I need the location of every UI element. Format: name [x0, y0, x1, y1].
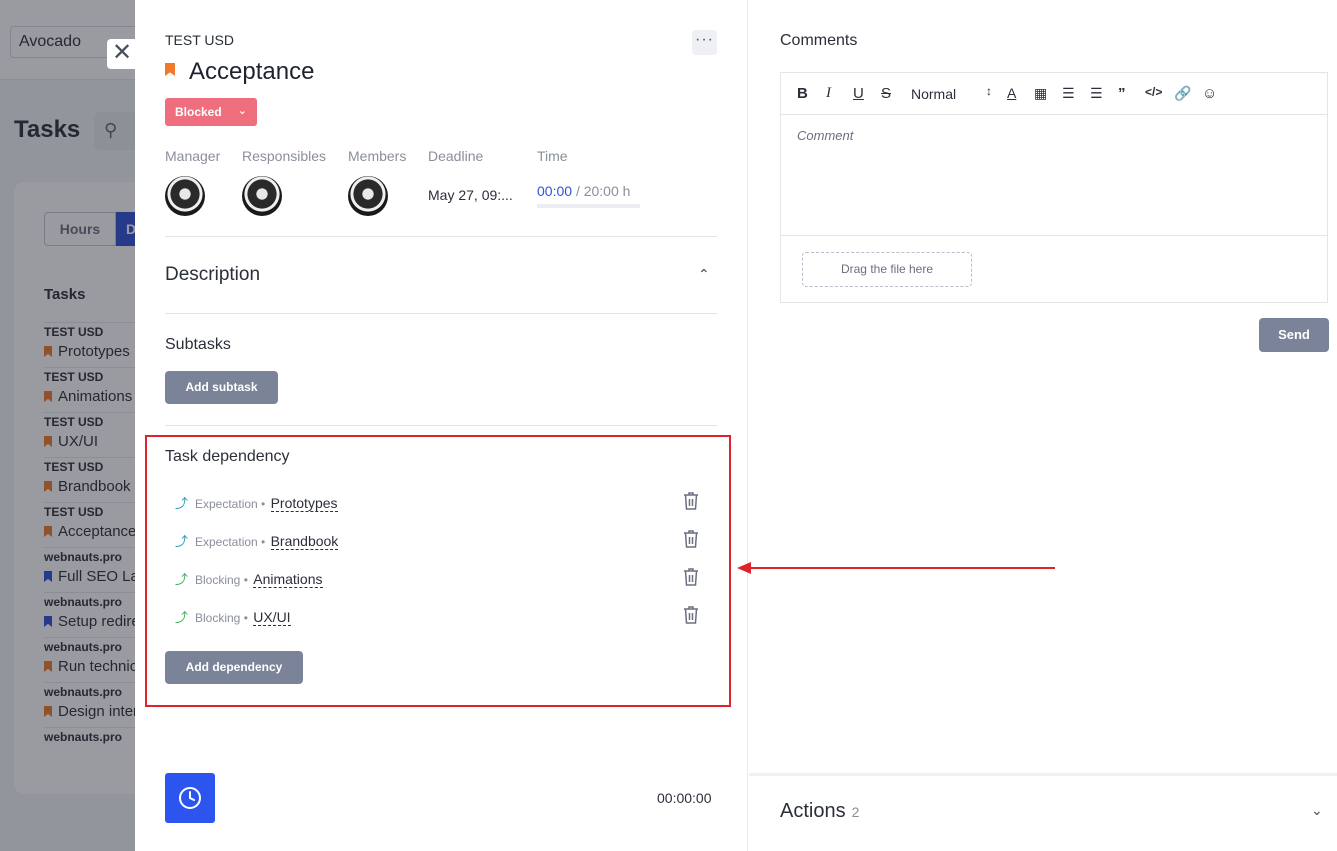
- dependency-item: ⤴ Blocking • UX/UI: [175, 605, 705, 629]
- clear-format-icon[interactable]: ▦: [1034, 85, 1047, 102]
- actions-title: Actions 2: [780, 800, 859, 823]
- dependency-type: Expectation • Prototypes: [195, 495, 338, 512]
- dependency-task-link[interactable]: UX/UI: [253, 609, 291, 626]
- actions-section[interactable]: Actions 2 ⌄: [749, 773, 1337, 851]
- subtasks-title: Subtasks: [165, 336, 231, 353]
- deadline-value[interactable]: May 27, 09:...: [428, 187, 513, 203]
- trash-icon[interactable]: [682, 491, 700, 511]
- divider: [165, 425, 717, 426]
- task-drawer: TEST USD ··· Acceptance Blocked ⌄ Manager…: [135, 0, 1337, 851]
- responsibles-label: Responsibles: [242, 148, 327, 164]
- dependency-type-label: Blocking: [195, 573, 241, 587]
- more-horizontal-icon: ···: [695, 31, 714, 48]
- strikethrough-icon[interactable]: S: [881, 85, 891, 102]
- dependency-task-link[interactable]: Animations: [253, 571, 323, 588]
- code-icon[interactable]: </>: [1145, 85, 1162, 99]
- dependency-task-link[interactable]: Prototypes: [270, 495, 338, 512]
- time-total: / 20:00 h: [575, 183, 631, 199]
- underline-icon[interactable]: U: [853, 85, 864, 102]
- format-select[interactable]: Normal ↕: [911, 84, 992, 102]
- close-button[interactable]: ✕: [107, 39, 137, 69]
- status-label: Blocked: [175, 105, 222, 119]
- quote-icon[interactable]: ”: [1118, 85, 1126, 102]
- manager-label: Manager: [165, 148, 221, 164]
- comments-title: Comments: [780, 32, 858, 49]
- chevron-down-icon: ⌄: [237, 105, 247, 117]
- dependency-item: ⤴ Expectation • Prototypes: [175, 491, 705, 515]
- task-title-text[interactable]: Acceptance: [189, 58, 314, 85]
- chevron-up-icon[interactable]: ⌃: [698, 266, 710, 283]
- italic-icon[interactable]: I: [826, 85, 831, 102]
- divider: [781, 235, 1327, 236]
- bold-icon[interactable]: B: [797, 85, 808, 102]
- dependency-arrow-icon: ⤴: [175, 572, 189, 587]
- trash-icon[interactable]: [682, 605, 700, 625]
- time-progress-bar: [537, 204, 640, 208]
- actions-title-text: Actions: [780, 800, 846, 822]
- member-avatar[interactable]: [348, 176, 388, 216]
- send-button[interactable]: Send: [1259, 318, 1329, 352]
- time-label: Time: [537, 148, 568, 164]
- dependency-arrow-icon: ⤴: [175, 496, 189, 511]
- comments-panel: Comments B I U S Normal ↕ A ▦ ☰ ☰ ” </> 🔗…: [749, 0, 1337, 851]
- select-arrows-icon: ↕: [986, 84, 992, 98]
- description-title[interactable]: Description: [165, 264, 260, 286]
- divider: [165, 236, 717, 237]
- add-subtask-button[interactable]: Add subtask: [165, 371, 278, 404]
- add-dependency-button[interactable]: Add dependency: [165, 651, 303, 684]
- responsible-avatar[interactable]: [242, 176, 282, 216]
- dependency-type: Expectation • Brandbook: [195, 533, 339, 550]
- more-button[interactable]: ···: [692, 30, 717, 55]
- dependency-type-label: Blocking: [195, 611, 241, 625]
- divider: [165, 313, 717, 314]
- dependency-task-link[interactable]: Brandbook: [270, 533, 339, 550]
- link-icon[interactable]: 🔗: [1174, 85, 1191, 102]
- dependency-arrow-icon: ⤴: [175, 534, 189, 549]
- bullet-list-icon[interactable]: ☰: [1090, 85, 1103, 102]
- dependency-type: Blocking • Animations: [195, 571, 323, 588]
- task-project-label: TEST USD: [165, 32, 234, 48]
- arrow-annotation: [737, 562, 1055, 574]
- bookmark-icon: [165, 63, 175, 76]
- editor-toolbar: B I U S Normal ↕ A ▦ ☰ ☰ ” </> 🔗 ☺: [781, 73, 1327, 115]
- dependency-type-label: Expectation: [195, 497, 258, 511]
- timer-button[interactable]: [165, 773, 215, 823]
- time-spent: 00:00: [537, 183, 573, 199]
- trash-icon[interactable]: [682, 529, 700, 549]
- dependency-type-label: Expectation: [195, 535, 258, 549]
- ordered-list-icon[interactable]: ☰: [1062, 85, 1075, 102]
- status-dropdown[interactable]: Blocked ⌄: [165, 98, 257, 126]
- task-dependency-title: Task dependency: [165, 448, 290, 465]
- format-select-value: Normal: [911, 86, 957, 102]
- comment-editor: B I U S Normal ↕ A ▦ ☰ ☰ ” </> 🔗 ☺ Commen…: [780, 72, 1328, 303]
- file-drop-zone[interactable]: Drag the file here: [802, 252, 972, 287]
- manager-avatar[interactable]: [165, 176, 205, 216]
- dependency-item: ⤴ Blocking • Animations: [175, 567, 705, 591]
- clock-icon: [179, 787, 201, 809]
- members-label: Members: [348, 148, 407, 164]
- close-icon: ✕: [111, 39, 133, 66]
- text-color-icon[interactable]: A: [1007, 85, 1016, 101]
- trash-icon[interactable]: [682, 567, 700, 587]
- task-details-panel: TEST USD ··· Acceptance Blocked ⌄ Manager…: [135, 0, 748, 851]
- timer-value: 00:00:00: [657, 790, 712, 806]
- dependency-item: ⤴ Expectation • Brandbook: [175, 529, 705, 553]
- dependency-arrow-icon: ⤴: [175, 610, 189, 625]
- emoji-icon[interactable]: ☺: [1202, 85, 1217, 102]
- task-title: Acceptance: [165, 58, 314, 86]
- actions-count: 2: [851, 804, 860, 820]
- deadline-label: Deadline: [428, 148, 484, 164]
- time-value[interactable]: 00:00 / 20:00 h: [537, 183, 630, 199]
- chevron-down-icon[interactable]: ⌄: [1311, 802, 1323, 819]
- comment-input[interactable]: Comment: [797, 128, 853, 143]
- dependency-type: Blocking • UX/UI: [195, 609, 291, 626]
